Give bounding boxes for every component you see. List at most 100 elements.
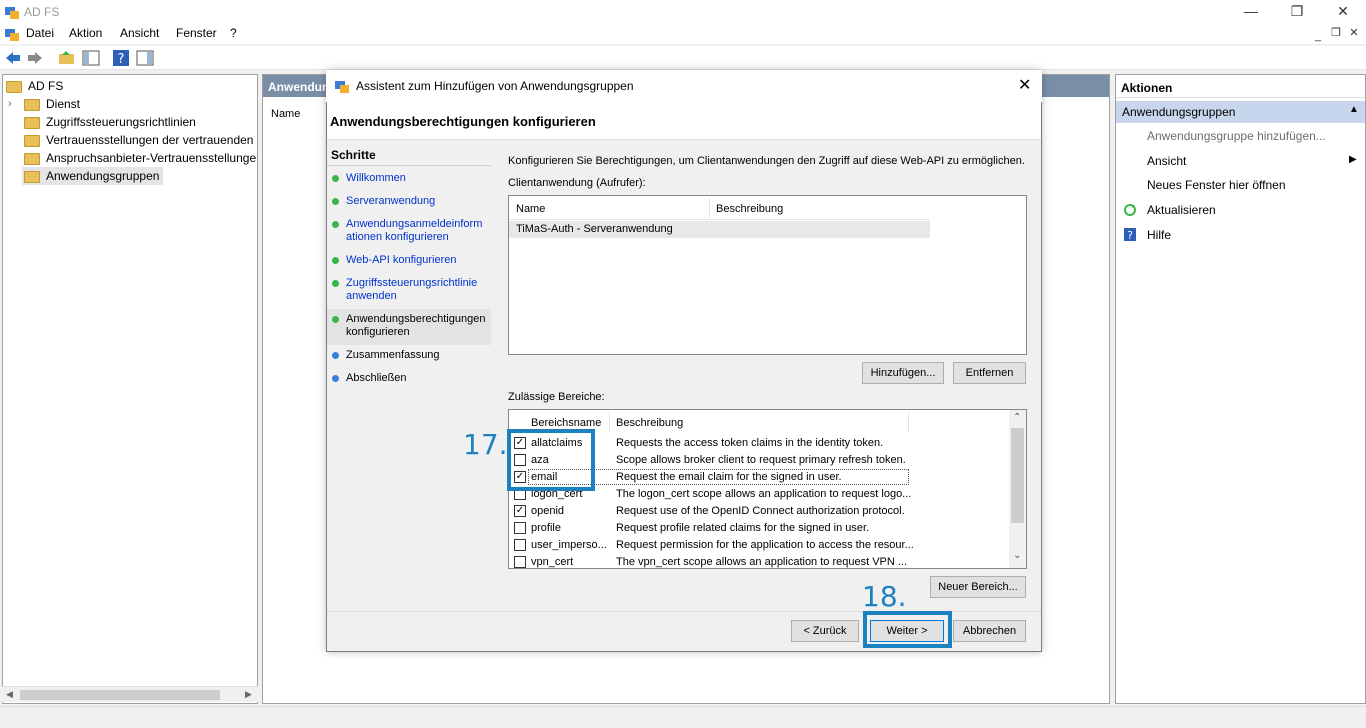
action-refresh[interactable]: Aktualisieren: [1147, 203, 1216, 217]
actions-group-label: Anwendungsgruppen: [1122, 105, 1236, 119]
menu-ansicht[interactable]: Ansicht: [120, 26, 159, 40]
back-button[interactable]: < Zurück: [791, 620, 859, 642]
tree-item-zugriffssteuerungsrichtlinien[interactable]: Zugriffssteuerungsrichtlinien: [24, 113, 196, 131]
step-willkommen[interactable]: Willkommen: [346, 172, 488, 185]
dialog-title-bar: Assistent zum Hinzufügen von Anwendungsg…: [326, 70, 1042, 102]
menu-datei[interactable]: Datei: [26, 26, 54, 40]
restore-button[interactable]: ❐: [1274, 0, 1320, 24]
dialog-title: Assistent zum Hinzufügen von Anwendungsg…: [356, 79, 634, 93]
tree-item-dienst[interactable]: Dienst: [24, 95, 80, 113]
steps-title: Schritte: [331, 148, 376, 162]
scope-checkbox-user-impersonation[interactable]: [514, 539, 526, 551]
annotation-label-17: 17.: [463, 428, 508, 461]
client-column-name[interactable]: Name: [516, 203, 545, 215]
action-new-window[interactable]: Neues Fenster hier öffnen: [1147, 178, 1286, 192]
add-client-button[interactable]: Hinzufügen...: [862, 362, 944, 384]
scroll-thumb[interactable]: [1011, 428, 1024, 523]
forward-arrow-icon[interactable]: [26, 49, 44, 67]
wizard-icon: [335, 81, 349, 93]
menu-aktion[interactable]: Aktion: [69, 26, 102, 40]
show-action-pane-icon[interactable]: [136, 49, 154, 67]
back-arrow-icon[interactable]: [4, 49, 22, 67]
tree-horizontal-scrollbar[interactable]: ◀ ▶: [2, 686, 258, 702]
scope-checkbox-openid[interactable]: ✓: [514, 505, 526, 517]
new-scope-button[interactable]: Neuer Bereich...: [930, 576, 1026, 598]
chevron-right-icon[interactable]: ›: [8, 98, 12, 110]
scope-row-clipped: vpn_cert The vpn_cert scope allows an ap…: [509, 555, 1009, 568]
annotation-label-18: 18.: [862, 580, 907, 613]
dialog-close-icon[interactable]: ✕: [1018, 75, 1031, 95]
step-web-api[interactable]: Web-API konfigurieren: [346, 254, 488, 267]
mdi-close-button[interactable]: ✕: [1346, 26, 1362, 39]
mdi-minimize-button[interactable]: _: [1310, 30, 1326, 42]
scope-description: Requests the access token claims in the …: [616, 437, 884, 449]
action-help[interactable]: Hilfe: [1147, 228, 1171, 242]
action-view[interactable]: Ansicht: [1147, 154, 1186, 168]
folder-icon: [24, 98, 40, 111]
column-header-name[interactable]: Name: [271, 108, 300, 120]
column-divider[interactable]: [908, 412, 909, 432]
scopes-label: Zulässige Bereiche:: [508, 391, 605, 403]
remove-client-button[interactable]: Entfernen: [953, 362, 1026, 384]
tree-item-adfs[interactable]: AD FS: [6, 77, 63, 95]
step-done-icon: [332, 280, 339, 287]
scroll-up-icon[interactable]: ⌃: [1013, 412, 1021, 423]
scopes-vertical-scrollbar[interactable]: ⌃ ⌄: [1009, 410, 1026, 568]
scope-name: vpn_cert: [531, 556, 574, 568]
scope-description: The logon_cert scope allows an applicati…: [616, 488, 912, 500]
minimize-button[interactable]: —: [1228, 0, 1274, 24]
actions-header: Aktionen: [1116, 78, 1365, 98]
annotation-box-scopes: [507, 429, 595, 491]
client-column-description[interactable]: Beschreibung: [716, 203, 783, 215]
scope-column-name[interactable]: Bereichsname: [531, 417, 601, 429]
help-icon[interactable]: ?: [112, 49, 130, 67]
step-serveranwendung[interactable]: Serveranwendung: [346, 195, 488, 208]
folder-icon: [24, 152, 40, 165]
scroll-left-icon[interactable]: ◀: [6, 689, 13, 700]
menu-help[interactable]: ?: [230, 26, 237, 40]
action-add-application-group[interactable]: Anwendungsgruppe hinzufügen...: [1147, 129, 1326, 143]
scope-description: The vpn_cert scope allows an application…: [616, 556, 908, 568]
tree-item-vertrauensstellungen[interactable]: Vertrauensstellungen der vertrauenden S: [24, 131, 257, 149]
client-row[interactable]: TiMaS-Auth - Serveranwendung: [509, 221, 930, 238]
step-pending-icon: [332, 375, 339, 382]
collapse-up-icon[interactable]: ▲: [1349, 104, 1359, 115]
column-divider[interactable]: [609, 412, 610, 432]
scroll-thumb[interactable]: [20, 690, 220, 700]
scope-description: Request profile related claims for the s…: [616, 522, 870, 534]
actions-title: Aktionen: [1121, 81, 1173, 95]
scope-description: Scope allows broker client to request pr…: [616, 454, 906, 466]
console-icon: [5, 29, 19, 41]
scroll-down-icon[interactable]: ⌄: [1013, 550, 1021, 561]
submenu-arrow-icon: ▶: [1349, 154, 1357, 165]
step-pending-icon: [332, 352, 339, 359]
column-divider[interactable]: [709, 198, 710, 218]
scope-column-description[interactable]: Beschreibung: [616, 417, 683, 429]
scope-description: Request permission for the application t…: [616, 539, 914, 551]
toolbar: ?: [0, 46, 1366, 70]
annotation-box-next: [863, 611, 952, 648]
close-window-button[interactable]: ✕: [1320, 0, 1366, 24]
scroll-right-icon[interactable]: ▶: [245, 689, 252, 700]
menu-fenster[interactable]: Fenster: [176, 26, 217, 40]
client-row-name: TiMaS-Auth - Serveranwendung: [516, 223, 673, 235]
show-hide-tree-icon[interactable]: [82, 49, 100, 67]
step-zugriffssteuerung[interactable]: Zugriffssteuerungsrichtlinie anwenden: [346, 277, 488, 303]
menu-bar: Datei Aktion Ansicht Fenster ? _ ❐ ✕: [0, 24, 1366, 44]
tree-item-anspruchsanbieter[interactable]: Anspruchsanbieter-Vertrauensstellunger: [24, 149, 257, 167]
tree-item-anwendungsgruppen[interactable]: Anwendungsgruppen: [22, 167, 164, 185]
step-abschliessen[interactable]: Abschließen: [346, 372, 488, 385]
step-done-icon: [332, 257, 339, 264]
mdi-restore-button[interactable]: ❐: [1328, 26, 1344, 39]
scope-name: openid: [531, 505, 565, 517]
up-folder-icon[interactable]: [58, 49, 76, 67]
scope-description: Request use of the OpenID Connect author…: [616, 505, 905, 517]
cancel-button[interactable]: Abbrechen: [953, 620, 1026, 642]
step-zusammenfassung[interactable]: Zusammenfassung: [346, 349, 488, 362]
actions-group-anwendungsgruppen[interactable]: Anwendungsgruppen ▲: [1116, 101, 1365, 123]
scope-checkbox-vpn-cert[interactable]: [514, 556, 526, 568]
step-anwendungsberechtigungen[interactable]: Anwendungsberechtigungen konfigurieren: [346, 313, 488, 339]
status-bar: [0, 706, 1366, 728]
scope-checkbox-profile[interactable]: [514, 522, 526, 534]
step-anmeldeinformationen[interactable]: Anwendungsanmeldeinformationen konfiguri…: [346, 218, 488, 244]
